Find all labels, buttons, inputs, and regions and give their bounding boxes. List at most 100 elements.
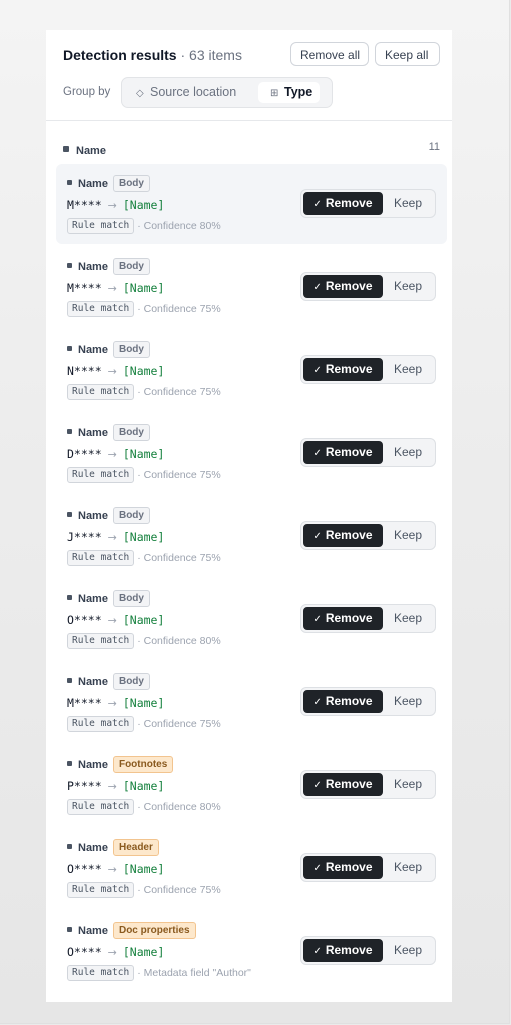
match-chip: Rule match: [67, 549, 135, 566]
check-icon: ✓: [313, 282, 322, 293]
match-chip: Rule match: [67, 383, 135, 400]
replacement-token: [Name]: [122, 364, 165, 378]
panel-title-text: Detection results: [63, 47, 177, 63]
replacement-token: [Name]: [122, 613, 165, 627]
group-by-segmented-control: ◇ Source location ⊞ Type: [121, 77, 333, 108]
replacement-token: [Name]: [122, 779, 165, 793]
keep-button[interactable]: Keep: [383, 607, 433, 630]
masked-value: O****: [67, 862, 102, 876]
remove-button[interactable]: ✓ Remove: [303, 524, 383, 547]
row-header: Name Body: [67, 175, 150, 193]
keep-button[interactable]: Keep: [383, 856, 433, 879]
group-option-source-location[interactable]: ◇ Source location: [132, 82, 240, 103]
group-option-type[interactable]: ⊞ Type: [258, 82, 320, 103]
row-replacement: J**** → [Name]: [67, 530, 164, 544]
remove-button[interactable]: ✓ Remove: [303, 441, 383, 464]
row-detail: · Confidence 80%: [137, 634, 221, 647]
arrow-right-icon: →: [107, 946, 117, 959]
arrow-right-icon: →: [107, 199, 117, 212]
masked-value: O****: [67, 945, 102, 959]
detection-row: Name Body M**** → [Name] Rule match · Confid…: [56, 164, 447, 244]
remove-button[interactable]: ✓ Remove: [303, 607, 383, 630]
arrow-right-icon: →: [107, 448, 117, 461]
row-category: Name: [78, 924, 108, 937]
masked-value: M****: [67, 696, 102, 710]
arrow-right-icon: →: [107, 863, 117, 876]
decision-toggle: ✓ Remove Keep: [300, 438, 436, 467]
row-replacement: M**** → [Name]: [67, 696, 164, 710]
remove-label: Remove: [325, 943, 373, 957]
match-chip: Rule match: [67, 798, 135, 815]
detection-row: Name Body M**** → [Name] Rule match · Confid…: [56, 662, 447, 745]
row-meta: Rule match · Confidence 75%: [67, 715, 221, 733]
decision-toggle: ✓ Remove Keep: [300, 853, 436, 882]
remove-button[interactable]: ✓ Remove: [303, 690, 383, 713]
remove-label: Remove: [325, 860, 373, 874]
detection-row: Name Body J**** → [Name] Rule match · Confid…: [56, 496, 447, 579]
row-category: Name: [78, 177, 108, 190]
remove-button[interactable]: ✓ Remove: [303, 856, 383, 879]
remove-button[interactable]: ✓ Remove: [303, 275, 383, 298]
keep-button[interactable]: Keep: [383, 773, 433, 796]
detection-list: Name Body M**** → [Name] Rule match · Confid…: [56, 164, 447, 994]
row-meta: Rule match · Confidence 75%: [67, 881, 221, 899]
remove-button[interactable]: ✓ Remove: [303, 192, 383, 215]
row-category: Name: [78, 426, 108, 439]
arrow-right-icon: →: [107, 365, 117, 378]
arrow-right-icon: →: [107, 780, 117, 793]
group-option-label: Type: [284, 85, 313, 99]
location-tag: Body: [112, 507, 150, 525]
remove-button[interactable]: ✓ Remove: [303, 358, 383, 381]
row-meta: Rule match · Confidence 75%: [67, 549, 221, 567]
replacement-token: [Name]: [122, 862, 165, 876]
section-header: Name 11: [63, 141, 440, 157]
masked-value: J****: [67, 530, 102, 544]
keep-button[interactable]: Keep: [383, 690, 433, 713]
decision-toggle: ✓ Remove Keep: [300, 272, 436, 301]
remove-button[interactable]: ✓ Remove: [303, 939, 383, 962]
keep-button[interactable]: Keep: [383, 358, 433, 381]
detection-row: Name Header O**** → [Name] Rule match · Conf…: [56, 828, 447, 911]
location-tag: Body: [112, 590, 150, 608]
decision-toggle: ✓ Remove Keep: [300, 936, 436, 965]
remove-all-button[interactable]: Remove all: [290, 42, 369, 66]
row-detail: · Confidence 75%: [137, 385, 221, 398]
decision-toggle: ✓ Remove Keep: [300, 355, 436, 384]
match-chip: Rule match: [67, 964, 135, 981]
panel-header: Detection results · 63 items Remove all …: [46, 30, 452, 121]
keep-button[interactable]: Keep: [383, 275, 433, 298]
row-meta: Rule match · Confidence 80%: [67, 798, 221, 816]
replacement-token: [Name]: [122, 696, 165, 710]
decision-toggle: ✓ Remove Keep: [300, 521, 436, 550]
location-tag: Body: [112, 341, 150, 359]
category-square-icon: [67, 678, 72, 684]
keep-button[interactable]: Keep: [383, 524, 433, 547]
keep-button[interactable]: Keep: [383, 939, 433, 962]
row-category: Name: [78, 675, 108, 688]
match-chip: Rule match: [67, 217, 135, 234]
row-header: Name Body: [67, 258, 150, 276]
detection-row: Name Doc properties O**** → [Name] Rule mat…: [56, 911, 447, 994]
check-icon: ✓: [313, 531, 322, 542]
check-icon: ✓: [313, 365, 322, 376]
replacement-token: [Name]: [122, 945, 165, 959]
row-detail: · Confidence 75%: [137, 468, 221, 481]
decision-toggle: ✓ Remove Keep: [300, 189, 436, 218]
keep-all-button[interactable]: Keep all: [375, 42, 440, 66]
masked-value: N****: [67, 364, 102, 378]
detection-row: Name Body O**** → [Name] Rule match · Confid…: [56, 579, 447, 662]
row-meta: Rule match · Confidence 75%: [67, 383, 221, 401]
row-category: Name: [78, 343, 108, 356]
check-icon: ✓: [313, 780, 322, 791]
arrow-right-icon: →: [107, 697, 117, 710]
remove-button[interactable]: ✓ Remove: [303, 773, 383, 796]
category-square-icon: [67, 595, 72, 601]
group-option-label: Source location: [150, 85, 237, 99]
remove-label: Remove: [325, 362, 373, 376]
row-meta: Rule match · Metadata field "Author": [67, 964, 251, 982]
row-meta: Rule match · Confidence 80%: [67, 217, 221, 235]
keep-button[interactable]: Keep: [383, 192, 433, 215]
keep-button[interactable]: Keep: [383, 441, 433, 464]
category-square-icon: [67, 429, 72, 435]
category-square-icon: [67, 844, 72, 850]
